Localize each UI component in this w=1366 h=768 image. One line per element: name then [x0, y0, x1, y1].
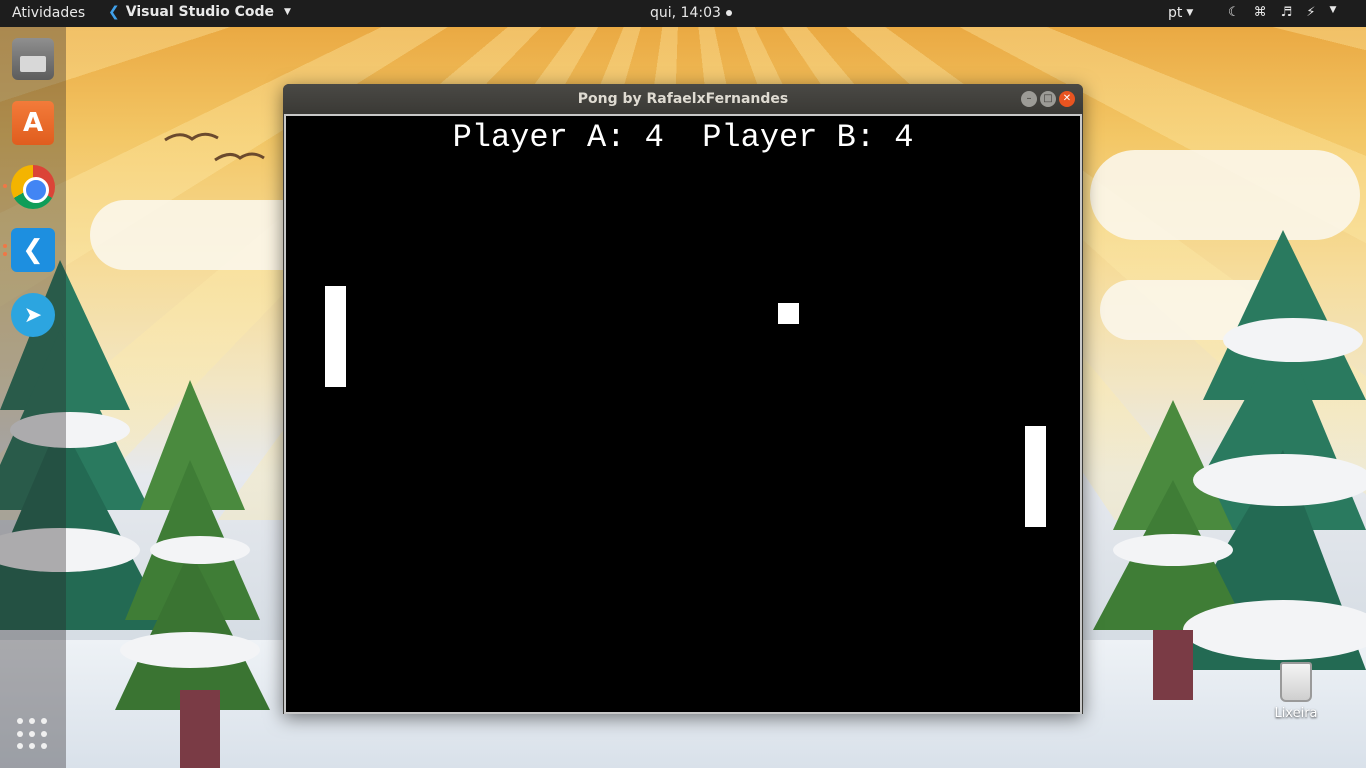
show-applications-button[interactable]	[17, 718, 49, 750]
trash-label: Lixeira	[1274, 706, 1318, 721]
dock-item-vscode[interactable]: ❮	[10, 227, 56, 273]
dock-item-telegram[interactable]: ➤	[10, 292, 56, 338]
running-indicator	[3, 244, 7, 248]
trash-icon	[1280, 662, 1312, 702]
dock-item-software-store[interactable]: A	[10, 100, 56, 146]
chevron-down-icon: ▼	[1329, 5, 1337, 15]
vscode-icon: ❮	[11, 228, 55, 272]
dock: A ❮ ➤	[0, 27, 66, 768]
dock-item-chrome[interactable]	[10, 164, 56, 210]
vscode-icon: ❮	[108, 4, 120, 20]
grid-dot	[17, 743, 23, 750]
language-label: pt	[1168, 5, 1183, 21]
chevron-down-icon: ▼	[1186, 8, 1194, 18]
desktop-trash[interactable]: Lixeira	[1270, 662, 1322, 721]
top-panel: Atividades ❮ Visual Studio Code ▼ qui, 1…	[0, 0, 1366, 27]
paddle-a	[325, 286, 346, 387]
clock-label: qui, 14:03	[650, 5, 721, 21]
wallpaper-birds	[164, 132, 265, 162]
app-menu[interactable]: ❮ Visual Studio Code ▼	[108, 4, 291, 20]
game-canvas-frame: Player A: 4 Player B: 4	[284, 114, 1082, 714]
clock[interactable]: qui, 14:03	[650, 5, 732, 21]
dock-item-files[interactable]	[10, 36, 56, 82]
window-titlebar[interactable]: Pong by RafaelxFernandes – □ ✕	[283, 84, 1083, 114]
store-icon: A	[12, 101, 54, 145]
grid-dot	[41, 743, 47, 750]
scoreboard: Player A: 4 Player B: 4	[452, 119, 914, 156]
wallpaper-cloud	[1090, 150, 1360, 240]
running-indicator	[3, 184, 7, 188]
files-icon	[12, 38, 54, 80]
chrome-icon	[11, 165, 55, 209]
volume-icon: ♬	[1280, 5, 1293, 20]
night-light-icon: ☾	[1228, 5, 1240, 20]
ball	[778, 303, 799, 324]
chevron-down-icon: ▼	[284, 7, 291, 17]
app-menu-label: Visual Studio Code	[125, 4, 275, 20]
grid-dot	[29, 718, 35, 724]
power-icon: ⚡	[1306, 5, 1316, 20]
grid-dot	[17, 718, 23, 724]
notification-dot-icon	[725, 10, 732, 16]
running-indicator	[3, 252, 7, 256]
paddle-b	[1025, 426, 1046, 527]
wallpaper-trees-right	[1093, 230, 1366, 700]
window-title: Pong by RafaelxFernandes	[577, 91, 789, 107]
activities-button[interactable]: Atividades	[12, 5, 85, 21]
telegram-icon: ➤	[11, 293, 55, 337]
input-language-menu[interactable]: pt ▼	[1168, 5, 1193, 21]
pong-window: Pong by RafaelxFernandes – □ ✕ Player A:…	[283, 84, 1083, 714]
game-canvas[interactable]: Player A: 4 Player B: 4	[286, 116, 1080, 712]
grid-dot	[29, 730, 35, 737]
minimize-button[interactable]: –	[1021, 91, 1037, 107]
grid-dot	[29, 743, 35, 750]
grid-dot	[41, 730, 47, 737]
grid-dot	[41, 718, 47, 724]
close-button[interactable]: ✕	[1059, 91, 1075, 107]
grid-dot	[17, 730, 23, 737]
maximize-button[interactable]: □	[1040, 91, 1056, 107]
wifi-icon: ⌘	[1253, 5, 1267, 20]
system-indicators[interactable]: ☾ ⌘ ♬ ⚡ ▼	[1228, 5, 1336, 20]
